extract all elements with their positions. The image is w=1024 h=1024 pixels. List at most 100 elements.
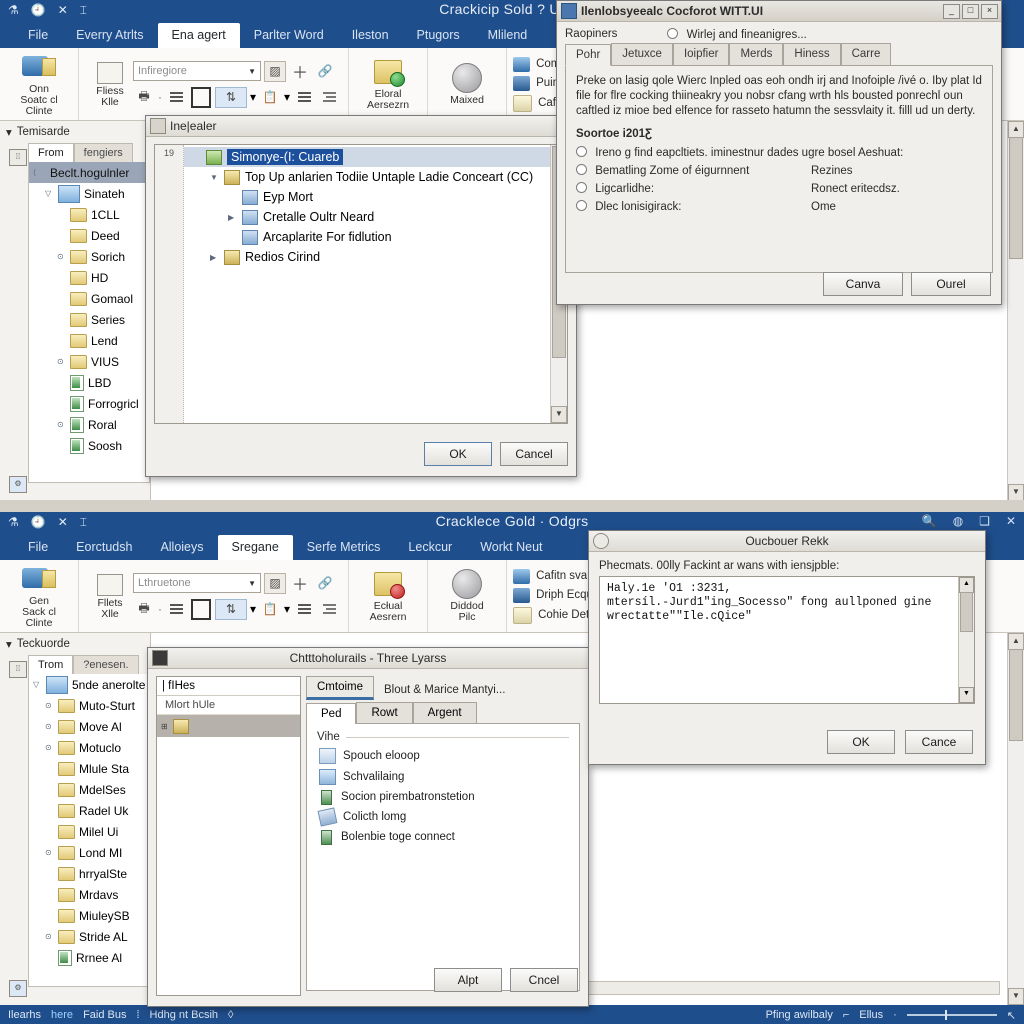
link-icon[interactable]: 🔗 xyxy=(314,61,336,82)
properties-option-2[interactable]: Ligcarlidhe: Ronect eritecdsz. xyxy=(576,182,982,197)
minimize-button[interactable]: _ xyxy=(943,3,960,19)
image-button[interactable]: ▨ xyxy=(264,60,286,82)
b-image-button[interactable]: ▨ xyxy=(264,572,286,594)
b-status-item-1[interactable]: here xyxy=(51,1009,73,1021)
output-textarea-scrollbar[interactable]: ▲ ▼ xyxy=(958,577,974,703)
insert-tree-list[interactable]: Simonye-(I: Cuareb ▼ Top Up anlarien Todii… xyxy=(184,145,567,423)
b-tab-6[interactable]: Workt Neut xyxy=(466,535,556,560)
top-nav-tree[interactable]: ⟨ Beclt.hogulnler ▽ Sinateh 1CLL Deed ⊙ Sorich H… xyxy=(28,162,150,483)
tree-item[interactable]: Mlule Sta xyxy=(29,758,149,779)
insert-tree-item[interactable]: ▶ Cretalle Oultr Neard xyxy=(184,207,567,227)
radio-icon-2[interactable] xyxy=(576,182,587,193)
page-icon[interactable] xyxy=(190,86,212,108)
expander-icon[interactable]: ⊙ xyxy=(57,357,66,366)
prop-tab-4[interactable]: Hiness xyxy=(783,43,841,65)
prop-tab-5[interactable]: Carre xyxy=(840,43,892,65)
cust-tab-cmtoime[interactable]: Cmtoime xyxy=(306,676,375,700)
b-scroll-up-icon[interactable]: ▲ xyxy=(1008,633,1024,650)
b-nav-tab-2[interactable]: ?enesen. xyxy=(73,655,139,674)
b-tab-1[interactable]: Eorctudsh xyxy=(62,535,146,560)
output-cancel-button[interactable]: Cance xyxy=(905,730,973,754)
insert-tree-item[interactable]: Simonye-(I: Cuareb xyxy=(184,147,567,167)
open-button[interactable]: Onn Soatc cl Clinte xyxy=(8,52,70,117)
close-button[interactable]: × xyxy=(981,3,998,19)
properties-ok-button[interactable]: Canva xyxy=(823,272,903,296)
prop-tab-1[interactable]: Jetuxce xyxy=(611,43,673,65)
expander-icon[interactable]: ⊙ xyxy=(45,722,54,731)
insert-cancel-button[interactable]: Cancel xyxy=(500,442,568,466)
tree-item[interactable]: ⊙ Stride AL xyxy=(29,926,149,947)
tab-6[interactable]: Mlilend xyxy=(474,23,542,48)
tree-item[interactable]: ⊙ Sorich xyxy=(29,246,149,267)
search-icon[interactable]: 🔍 xyxy=(922,514,937,528)
customize-tabs-row2[interactable]: Ped Rowt Argent xyxy=(306,702,580,724)
tree-item[interactable]: ⟨ Beclt.hogulnler xyxy=(29,162,149,183)
b-nav-tab-trom[interactable]: Trom xyxy=(28,655,74,674)
b-scroll-down-icon[interactable]: ▼ xyxy=(1008,988,1024,1005)
customize-apply-button[interactable]: Alpt xyxy=(434,968,502,992)
tab-file[interactable]: File xyxy=(14,23,62,48)
output-textarea[interactable]: Haly.1e 'O1 :3231, mtersíl.-Jurd1"ing_So… xyxy=(599,576,975,704)
b-chevron-down-icon-nav[interactable]: ▾ xyxy=(6,637,12,651)
close-window-icon[interactable]: ✕ xyxy=(1006,514,1016,528)
b-clipboard-icon[interactable]: 📋 xyxy=(259,599,281,620)
expander-icon[interactable]: ⊙ xyxy=(57,420,66,429)
maximize-button[interactable]: □ xyxy=(962,3,979,19)
maixed-button[interactable]: Maixed xyxy=(436,62,498,106)
b-diddod-button[interactable]: Diddod Pilc xyxy=(436,569,498,623)
tree-item[interactable]: ⊙ Roral xyxy=(29,414,149,435)
tree-item[interactable]: ⊙ Muto-Sturt xyxy=(29,695,149,716)
b-align-right-icon[interactable] xyxy=(318,599,340,620)
tree-item[interactable]: MdelSes xyxy=(29,779,149,800)
align-icon[interactable] xyxy=(293,87,315,108)
b-link-icon[interactable]: 🔗 xyxy=(314,573,336,594)
customize-cancel-button[interactable]: Cncel xyxy=(510,968,578,992)
b-nav-tabbar[interactable]: Trom ?enesen. xyxy=(28,655,150,674)
bottom-editor-scrollbar[interactable]: ▲ ▼ xyxy=(1007,633,1024,1005)
prop-tab-3[interactable]: Merds xyxy=(729,43,784,65)
insert-tree-item[interactable]: Arcaplarite For fidlution xyxy=(184,227,567,247)
eloral-button[interactable]: Eloral Aersezrn xyxy=(357,57,419,111)
tree-item[interactable]: Deed xyxy=(29,225,149,246)
expander-icon[interactable]: ⊞ xyxy=(161,722,168,731)
output-ok-button[interactable]: OK xyxy=(827,730,895,754)
properties-cancel-button[interactable]: Ourel xyxy=(911,272,991,296)
files-button[interactable]: Fliess Klle xyxy=(87,60,133,108)
restore-icon[interactable]: ❑ xyxy=(979,514,990,528)
layout-toggle-icon[interactable]: ⁞⁞ xyxy=(9,149,27,166)
customize-list-row[interactable]: ⊞ xyxy=(157,715,300,737)
b-add-button[interactable]: ＋ xyxy=(289,573,311,594)
tree-item[interactable]: ⊙ VIUS xyxy=(29,351,149,372)
output-scroll-thumb[interactable] xyxy=(960,592,973,632)
radio-icon-0[interactable] xyxy=(576,146,587,157)
b-files-button[interactable]: Fllets Xlle xyxy=(87,572,133,620)
insert-tree-item[interactable]: ▼ Top Up anlarien Todiie Untaple Ladie Co… xyxy=(184,167,567,187)
b-tab-4[interactable]: Serfe Metrics xyxy=(293,535,395,560)
b-open-button[interactable]: Gen Sack cl Clinte xyxy=(8,564,70,629)
tab-2-active[interactable]: Ena agert xyxy=(157,23,240,48)
tree-item[interactable]: ⊙ Move Al xyxy=(29,716,149,737)
tab-3[interactable]: Parlter Word xyxy=(240,23,338,48)
tree-item[interactable]: Milel Ui xyxy=(29,821,149,842)
properties-option-3[interactable]: Dlec lonisigirack: Ome xyxy=(576,200,982,215)
b-list-icon[interactable] xyxy=(165,599,187,620)
b-page-icon[interactable] xyxy=(190,598,212,620)
prop-tab-2[interactable]: Ioipfier xyxy=(672,43,730,65)
b-settings-icon[interactable]: ⚙ xyxy=(9,980,27,997)
b-style-combo[interactable]: Lthruetone ▼ xyxy=(133,573,261,593)
tab-1[interactable]: Everry Atrlts xyxy=(62,23,157,48)
tree-item[interactable]: HD xyxy=(29,267,149,288)
nav-tab-from[interactable]: From xyxy=(28,143,74,162)
print-icon[interactable]: 🖶 xyxy=(133,87,155,108)
b-chevron-down-icon-2[interactable]: ▾ xyxy=(250,602,256,616)
scroll-thumb[interactable] xyxy=(1009,137,1023,259)
tree-item[interactable]: Series xyxy=(29,309,149,330)
chevron-down-icon[interactable]: ▼ xyxy=(210,173,219,182)
customize-tabs-row1[interactable]: Cmtoime Blout & Marice Mantyi... xyxy=(306,676,580,700)
chevron-down-icon-3[interactable]: ▾ xyxy=(284,90,290,104)
b-zoom-slider[interactable] xyxy=(906,1010,997,1020)
tab-5[interactable]: Ptugors xyxy=(403,23,474,48)
properties-radio-row[interactable]: Wirlej and fineanigres... xyxy=(667,28,807,41)
tree-item[interactable]: ⊙ Lond MI xyxy=(29,842,149,863)
cust-tab-argent[interactable]: Argent xyxy=(412,702,477,723)
